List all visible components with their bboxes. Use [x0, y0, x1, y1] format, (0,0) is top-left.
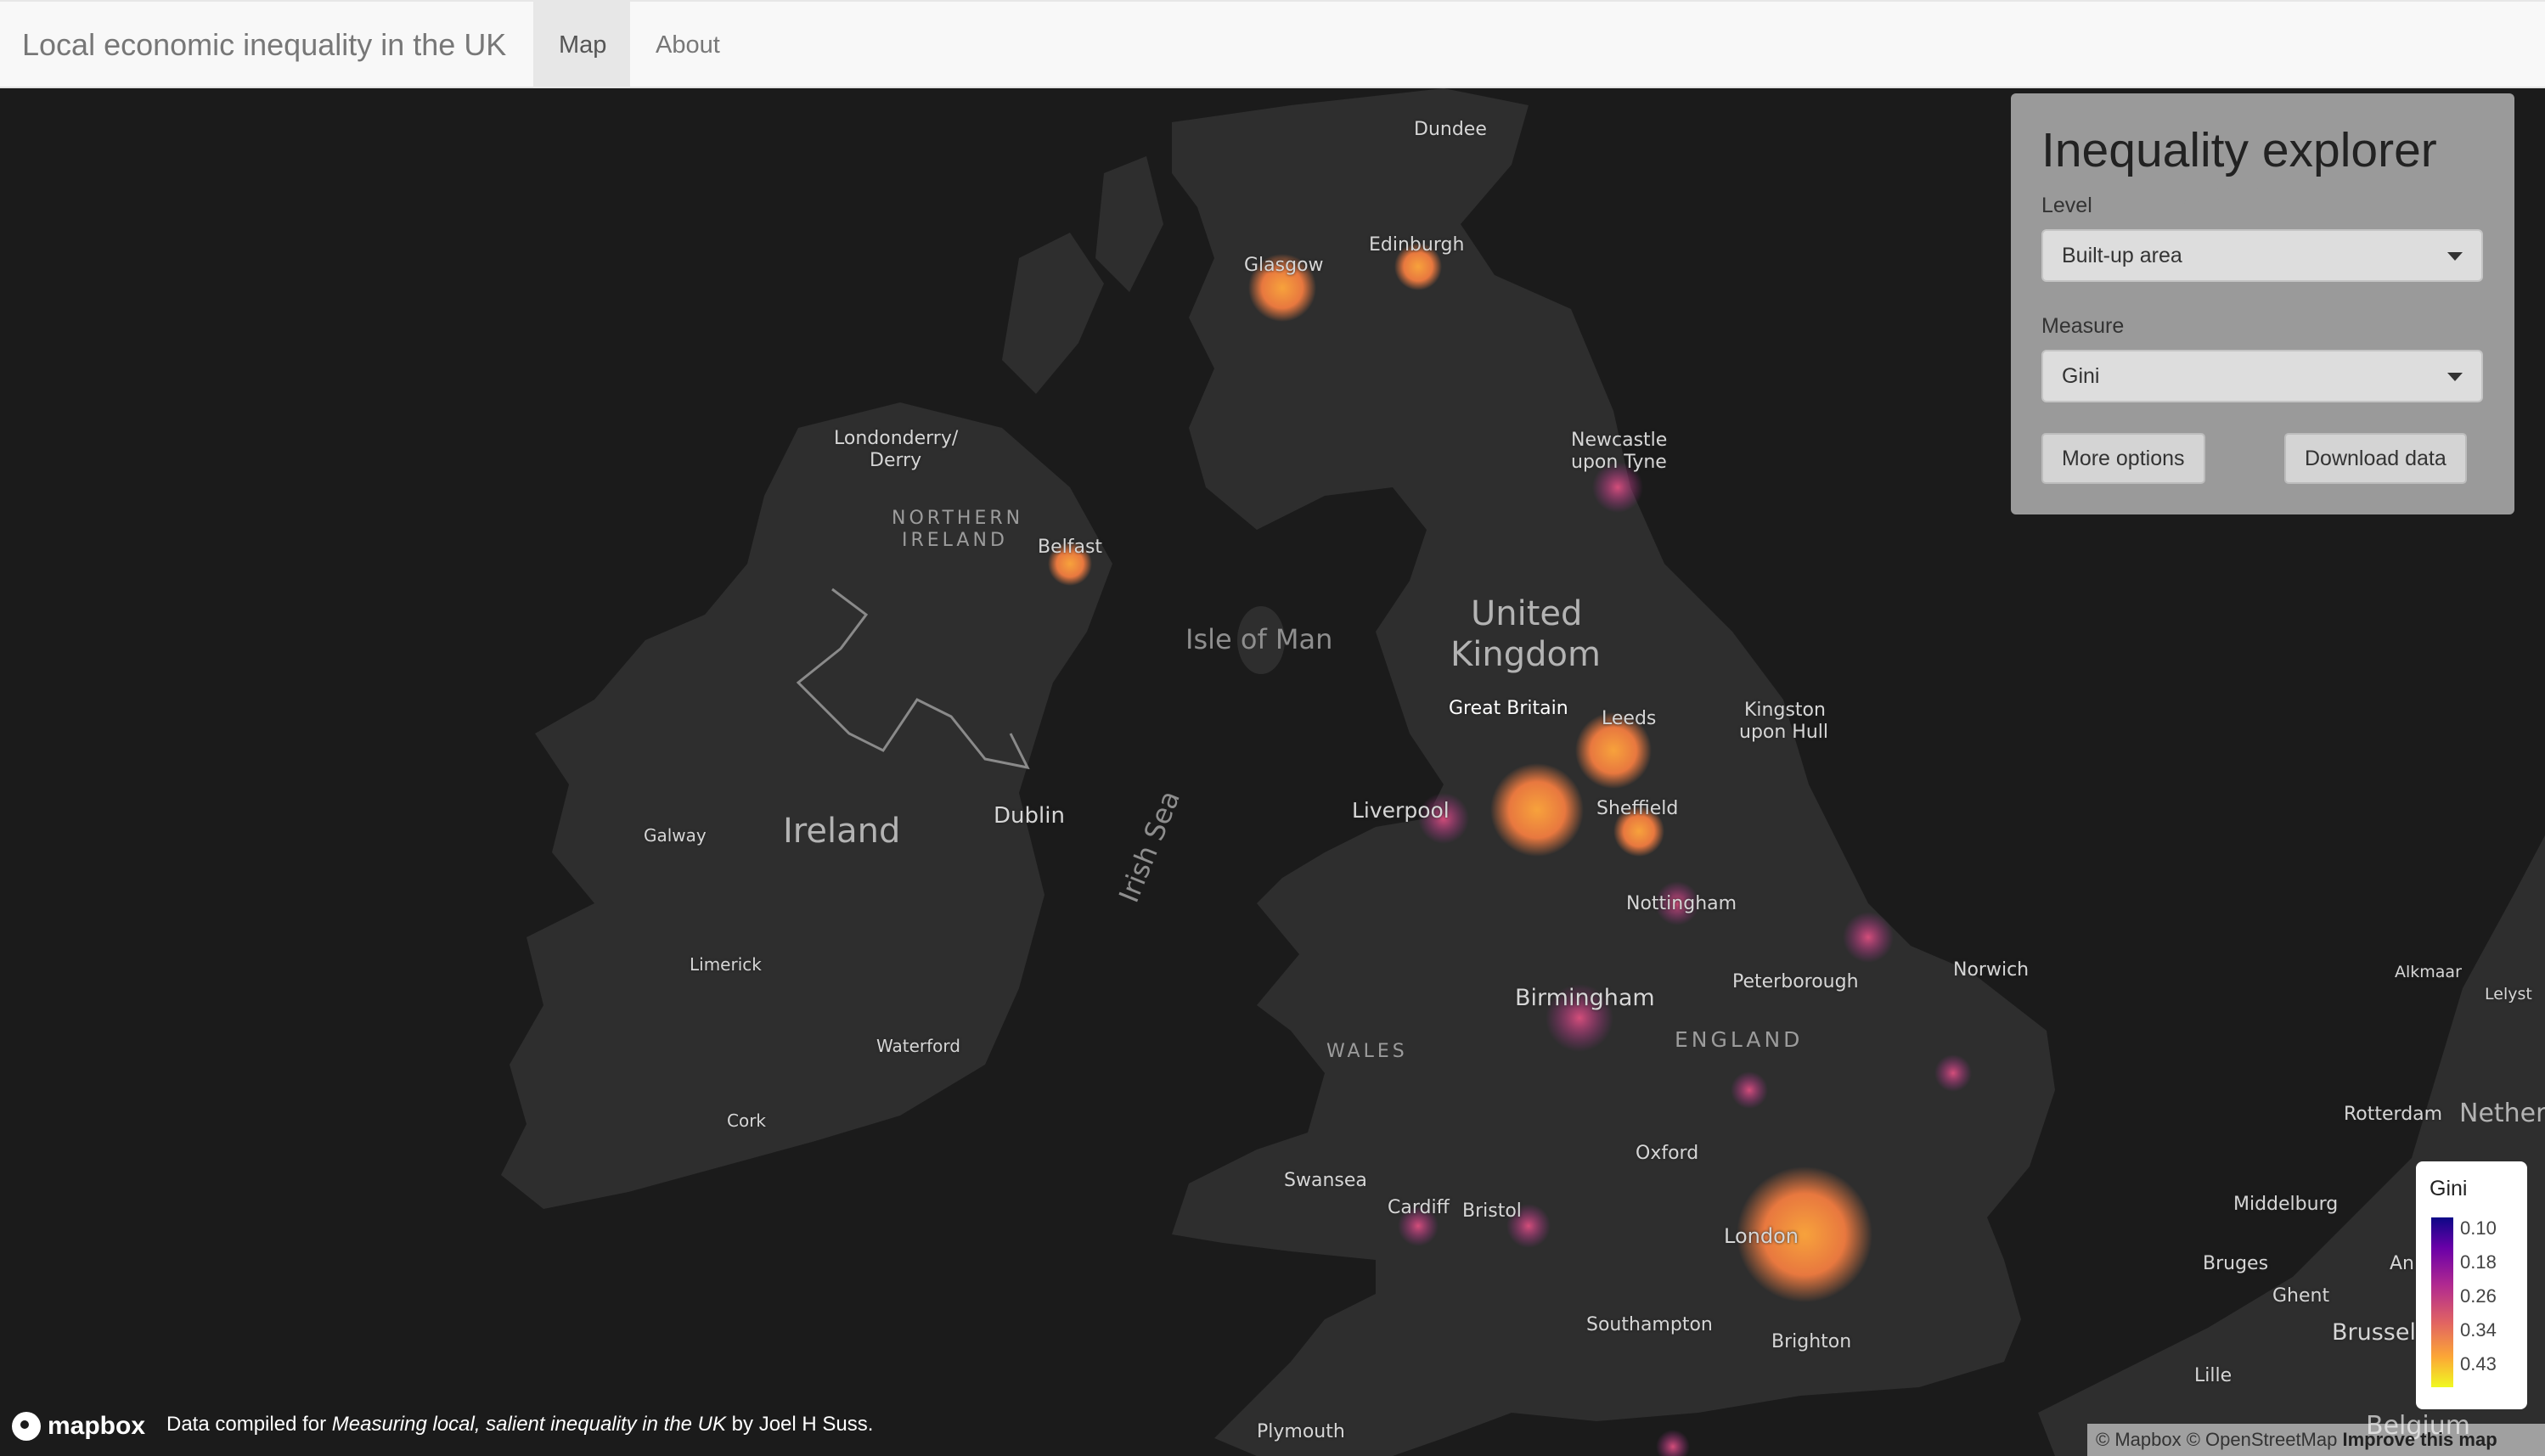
map-label-cardiff: Cardiff [1388, 1197, 1450, 1218]
map-label-sheffield: Sheffield [1596, 798, 1679, 819]
map-label-isle-of-man: Isle of Man [1185, 623, 1333, 655]
app-title[interactable]: Local economic inequality in the UK [22, 2, 506, 90]
map-label-england: ENGLAND [1675, 1027, 1804, 1052]
map-label-brighton: Brighton [1771, 1331, 1852, 1352]
attrib-osm-link[interactable]: © OpenStreetMap [2187, 1429, 2338, 1450]
improve-map-link[interactable]: Improve this map [2342, 1429, 2497, 1450]
map-label-oxford: Oxford [1636, 1143, 1699, 1164]
navbar: Local economic inequality in the UK Map … [0, 0, 2545, 88]
map-label-glasgow: Glasgow [1244, 255, 1324, 276]
map-label-belfast: Belfast [1038, 537, 1103, 558]
mapbox-logo[interactable]: mapbox [12, 1409, 145, 1443]
legend-tick: 0.10 [2460, 1217, 2497, 1239]
gini-legend: Gini 0.10 0.18 0.26 0.34 0.43 [2416, 1161, 2527, 1409]
mapbox-icon [12, 1412, 41, 1441]
measure-select-value: Gini [2062, 364, 2100, 388]
map-label-london: London [1724, 1224, 1799, 1248]
map-label-netherlands: Nether [2459, 1099, 2545, 1128]
map-label-newcastle-1: Newcastle [1571, 430, 1668, 451]
download-data-button[interactable]: Download data [2284, 433, 2467, 484]
map-label-dundee: Dundee [1414, 119, 1487, 140]
map-label-antwerp: An [2390, 1253, 2414, 1274]
map-label-liverpool: Liverpool [1352, 798, 1450, 823]
map-attribution: © Mapbox © OpenStreetMap Improve this ma… [2087, 1424, 2545, 1456]
map-label-lelystad: Lelyst [2485, 985, 2532, 1003]
mapbox-wordmark: mapbox [48, 1412, 146, 1440]
map-label-plymouth: Plymouth [1257, 1421, 1345, 1442]
map-label-newcastle-2: upon Tyne [1571, 452, 1667, 473]
map-label-brussels: Brussel [2332, 1319, 2416, 1346]
map-label-ghent: Ghent [2272, 1285, 2330, 1307]
map-label-wales: WALES [1326, 1041, 1408, 1062]
map-label-nottingham: Nottingham [1626, 893, 1737, 914]
measure-select[interactable]: Gini [2041, 350, 2483, 402]
legend-tick: 0.34 [2460, 1319, 2497, 1341]
chevron-down-icon [2447, 373, 2463, 381]
map-label-kingdom: Kingdom [1450, 635, 1601, 674]
legend-title: Gini [2430, 1177, 2468, 1200]
map-label-alkmaar: Alkmaar [2395, 963, 2462, 981]
map-label-leeds: Leeds [1602, 708, 1657, 729]
map-label-bristol: Bristol [1462, 1200, 1522, 1222]
map-label-edinburgh: Edinburgh [1369, 234, 1465, 256]
map-label-united: United [1471, 594, 1583, 633]
map-label-norwich: Norwich [1953, 959, 2030, 981]
inequality-explorer-panel[interactable]: Sea Inequality explorer Level Built-up a… [2011, 93, 2514, 514]
map-label-peterborough: Peterborough [1732, 971, 1859, 992]
map-label-birmingham: Birmingham [1515, 985, 1655, 1011]
level-select-value: Built-up area [2062, 244, 2182, 267]
legend-tick: 0.18 [2460, 1251, 2497, 1273]
map-label-galway: Galway [644, 825, 707, 846]
map-label-lille: Lille [2194, 1365, 2233, 1386]
level-label: Level [2041, 194, 2092, 217]
legend-color-bar [2431, 1217, 2453, 1387]
map-label-bruges: Bruges [2203, 1253, 2269, 1274]
map-label-ireland: Ireland [783, 812, 901, 851]
tab-about[interactable]: About [630, 2, 746, 88]
more-options-button[interactable]: More options [2041, 433, 2205, 484]
tab-map[interactable]: Map [533, 2, 630, 88]
source-prefix: Data compiled for [166, 1413, 332, 1436]
map-label-northern-ireland-2: IRELAND [902, 530, 1008, 551]
map-label-waterford: Waterford [876, 1036, 960, 1056]
map-label-middelburg: Middelburg [2233, 1194, 2339, 1215]
map-label-great-britain: Great Britain [1449, 698, 1568, 719]
panel-title: Inequality explorer [2041, 123, 2437, 177]
source-suffix: by Joel H Suss. [726, 1413, 874, 1436]
map-label-rotterdam: Rotterdam [2344, 1104, 2443, 1125]
map-label-londonderry: Londonderry/ [834, 428, 959, 449]
map-label-derry: Derry [870, 450, 922, 471]
legend-tick: 0.43 [2460, 1353, 2497, 1374]
map-label-swansea: Swansea [1284, 1170, 1367, 1191]
map-label-kingston-2: upon Hull [1739, 722, 1829, 743]
map-label-cork: Cork [727, 1110, 767, 1131]
data-source-note: Data compiled for Measuring local, salie… [166, 1413, 873, 1436]
attrib-mapbox-link[interactable]: © Mapbox [2096, 1429, 2182, 1450]
map-label-kingston-1: Kingston [1744, 700, 1826, 721]
source-title: Measuring local, salient inequality in t… [331, 1413, 727, 1436]
map-label-dublin: Dublin [994, 803, 1065, 829]
map-label-southampton: Southampton [1586, 1314, 1713, 1335]
map-label-limerick: Limerick [690, 954, 762, 975]
legend-tick: 0.26 [2460, 1285, 2497, 1307]
level-select[interactable]: Built-up area [2041, 229, 2483, 282]
map-label-northern-ireland-1: NORTHERN [892, 508, 1024, 529]
chevron-down-icon [2447, 252, 2463, 261]
measure-label: Measure [2041, 314, 2125, 338]
